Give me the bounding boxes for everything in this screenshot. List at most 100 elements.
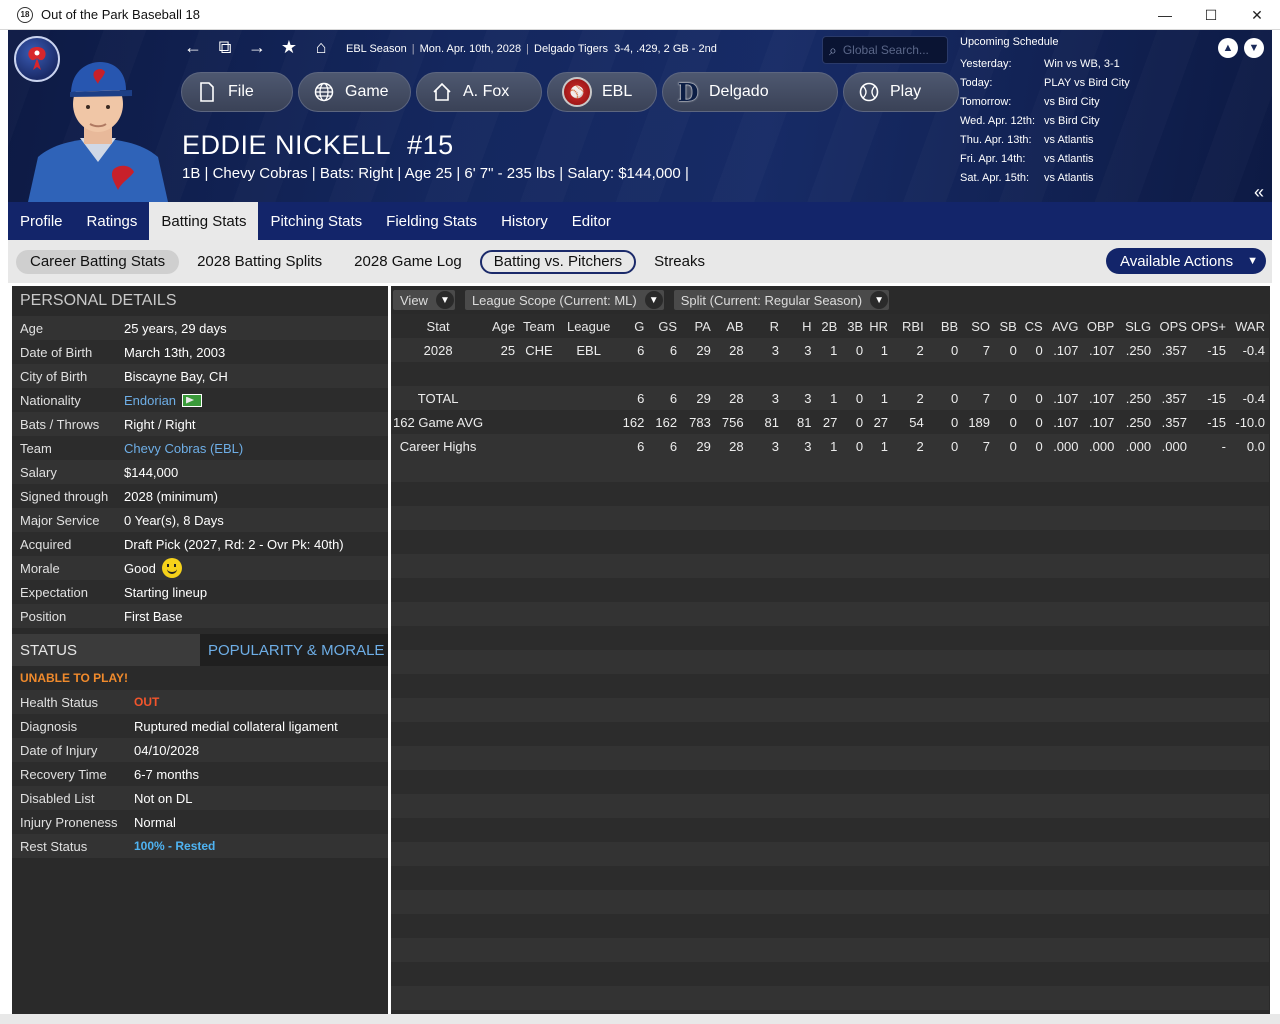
star-icon[interactable]: ★ (280, 38, 298, 56)
personal-details-list: Age 25 years, 29 days Date of Birth March … (12, 316, 388, 628)
close-button[interactable]: ✕ (1234, 0, 1280, 30)
table-cell (867, 362, 893, 386)
subtab-batting-splits[interactable]: 2028 Batting Splits (183, 250, 336, 274)
schedule-row[interactable]: Fri. Apr. 14th: vs Atlantis (960, 149, 1260, 168)
maximize-button[interactable]: ☐ (1188, 0, 1234, 30)
subtab-career-batting-stats[interactable]: Career Batting Stats (16, 249, 180, 274)
home-icon[interactable]: ⌂ (312, 38, 330, 56)
tab-popularity-morale[interactable]: POPULARITY & MORALE (200, 634, 388, 666)
tab-pitching-stats[interactable]: Pitching Stats (258, 202, 374, 240)
column-header[interactable]: AVG (1046, 314, 1083, 338)
menu-file[interactable]: File (181, 72, 293, 112)
detail-row: Signed through 2028 (minimum) (12, 484, 388, 508)
column-header[interactable]: 2B (815, 314, 842, 338)
column-header[interactable]: AB (714, 314, 748, 338)
subtab-game-log[interactable]: 2028 Game Log (340, 250, 476, 274)
global-search[interactable]: ⌕ Global Search... (822, 36, 948, 64)
table-cell: 783 (681, 410, 715, 434)
table-cell: 25 (489, 338, 520, 362)
table-cell (714, 362, 748, 386)
tab-profile[interactable]: Profile (8, 202, 75, 240)
schedule-row[interactable]: Thu. Apr. 13th: vs Atlantis (960, 130, 1260, 149)
schedule-row[interactable]: Yesterday: Win vs WB, 3-1 (960, 54, 1260, 73)
subtab-batting-vs-pitchers[interactable]: Batting vs. Pitchers (479, 249, 637, 274)
status-tabs: STATUS POPULARITY & MORALE (12, 634, 388, 666)
column-header[interactable]: BB (927, 314, 963, 338)
chevron-down-icon[interactable]: ▼ (1244, 38, 1264, 58)
menu-league[interactable]: ⚾ EBL (547, 72, 657, 112)
menu-play[interactable]: Play (843, 72, 959, 112)
empty-rows (391, 458, 1269, 1010)
menu-game[interactable]: Game (298, 72, 411, 112)
back-arrow-icon[interactable]: ← (184, 38, 202, 56)
column-header[interactable]: SLG (1118, 314, 1156, 338)
team-name[interactable]: Delgado Tigers (534, 43, 608, 55)
detail-row: Salary $144,000 (12, 460, 388, 484)
column-header[interactable]: Age (489, 314, 520, 338)
tab-history[interactable]: History (489, 202, 560, 240)
table-cell: 28 (714, 338, 748, 362)
split-dropdown[interactable]: Split (Current: Regular Season) ▼ (673, 290, 890, 310)
table-row[interactable]: 162 Game AVG 162 162 783 756 81 81 27 0 27 54 0 189 0… (391, 410, 1269, 434)
column-header[interactable]: 3B (841, 314, 868, 338)
column-header[interactable]: WAR (1230, 314, 1269, 338)
empty-row (391, 866, 1269, 890)
table-cell: 3 (783, 434, 816, 458)
collapse-panel-icon[interactable]: « (1254, 182, 1264, 202)
empty-row (391, 674, 1269, 698)
subtab-streaks[interactable]: Streaks (640, 250, 719, 274)
table-row[interactable]: TOTAL 6 6 29 28 3 3 1 0 1 2 0 7 0 0.107.107.250.357 -15… (391, 386, 1269, 410)
minimize-button[interactable]: — (1142, 0, 1188, 30)
chevron-up-icon[interactable]: ▲ (1218, 38, 1238, 58)
league-logo-icon: ⚾ (562, 77, 592, 107)
column-header[interactable]: R (747, 314, 783, 338)
forward-arrow-icon[interactable]: → (248, 38, 266, 56)
column-header[interactable]: PA (681, 314, 715, 338)
table-cell: 54 (892, 410, 928, 434)
column-header[interactable]: GS (648, 314, 682, 338)
detail-row: Acquired Draft Pick (2027, Rd: 2 - Ovr Pk… (12, 532, 388, 556)
empty-row (391, 458, 1269, 482)
schedule-row[interactable]: Wed. Apr. 12th: vs Bird City (960, 111, 1260, 130)
copy-icon[interactable]: ⧉ (216, 38, 234, 56)
tab-fielding-stats[interactable]: Fielding Stats (374, 202, 489, 240)
table-row[interactable]: Career Highs 6 6 29 28 3 3 1 0 1 2 0 7 0 0.000.000.000… (391, 434, 1269, 458)
column-header[interactable]: H (783, 314, 816, 338)
nationality-link[interactable]: Endorian (124, 393, 176, 408)
table-cell: 0.0 (1230, 434, 1269, 458)
column-header[interactable]: SB (994, 314, 1021, 338)
menu-manager[interactable]: A. Fox (416, 72, 542, 112)
column-header[interactable]: OPS+ (1190, 314, 1230, 338)
search-input[interactable]: Global Search... (843, 43, 929, 57)
table-row[interactable]: 2028 25 CHE EBL 6 6 29 28 3 3 1 0 1 2 0 7 0 0.107.107.250… (391, 338, 1269, 362)
column-header[interactable]: League (562, 314, 619, 338)
schedule-row[interactable]: Today: PLAY vs Bird City (960, 73, 1260, 92)
schedule-row[interactable]: Tomorrow: vs Bird City (960, 92, 1260, 111)
schedule-row[interactable]: Sat. Apr. 15th: vs Atlantis (960, 168, 1260, 187)
tab-ratings[interactable]: Ratings (75, 202, 150, 240)
column-header[interactable]: CS (1020, 314, 1047, 338)
team-link[interactable]: Chevy Cobras (EBL) (124, 441, 243, 456)
tab-status[interactable]: STATUS (12, 634, 200, 666)
view-dropdown[interactable]: View ▼ (393, 290, 455, 310)
column-header[interactable]: RBI (892, 314, 928, 338)
table-cell (489, 410, 520, 434)
column-header[interactable]: OBP (1082, 314, 1119, 338)
menu-team[interactable]: D Delgado (662, 72, 838, 112)
table-row[interactable] (391, 362, 1269, 386)
column-header[interactable]: HR (867, 314, 893, 338)
available-actions-button[interactable]: Available Actions ▼ (1105, 248, 1266, 274)
column-header[interactable]: Stat (391, 314, 490, 338)
league-scope-dropdown[interactable]: League Scope (Current: ML) ▼ (464, 290, 664, 310)
column-header[interactable]: G (618, 314, 649, 338)
empty-row (391, 842, 1269, 866)
tab-batting-stats[interactable]: Batting Stats (149, 202, 259, 240)
status-row: Health Status OUT (12, 690, 388, 714)
empty-row (391, 506, 1269, 530)
table-cell: .107 (1082, 410, 1119, 434)
column-header[interactable]: SO (962, 314, 995, 338)
column-header[interactable]: OPS (1155, 314, 1191, 338)
column-header[interactable]: Team (519, 314, 563, 338)
tab-editor[interactable]: Editor (560, 202, 623, 240)
table-cell: -15 (1190, 338, 1230, 362)
